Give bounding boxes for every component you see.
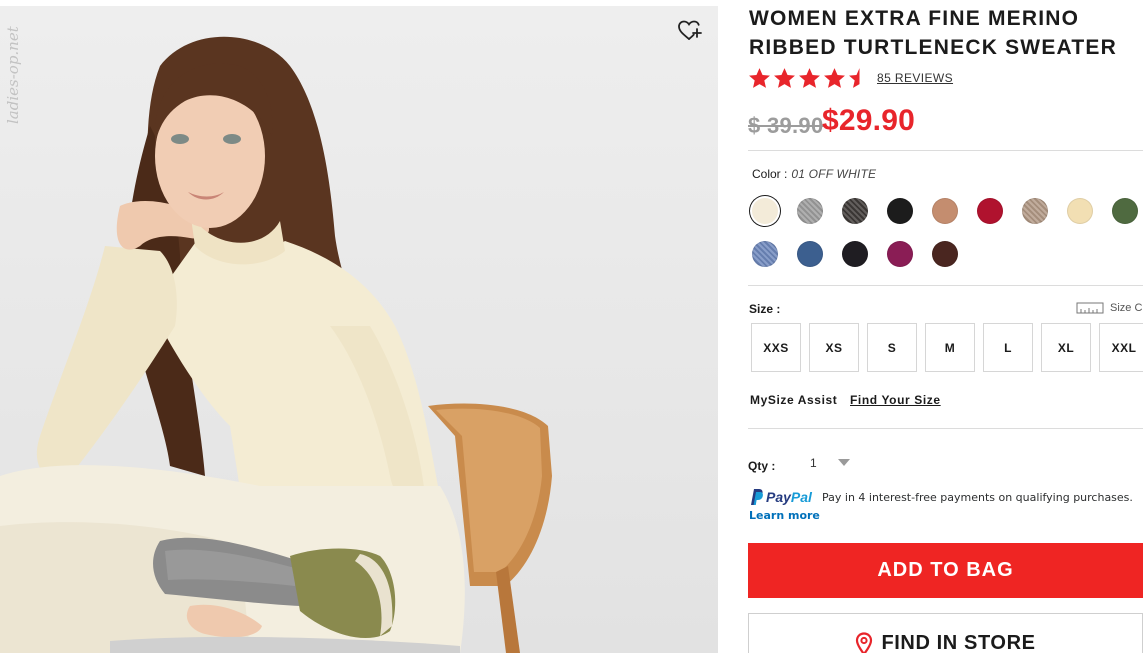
size-option-xxl[interactable]: XXL (1099, 323, 1143, 372)
size-option-xl[interactable]: XL (1041, 323, 1091, 372)
paypal-wordmark: PayPal (766, 489, 812, 505)
quantity-select[interactable]: 1 (804, 451, 854, 475)
divider (748, 428, 1143, 429)
color-swatch[interactable] (842, 198, 868, 224)
color-label: Color :01 OFF WHITE (752, 167, 876, 181)
color-swatch[interactable] (797, 198, 823, 224)
sale-price: $29.90 (822, 104, 915, 137)
color-swatch[interactable] (932, 241, 958, 267)
color-swatch[interactable] (932, 198, 958, 224)
color-swatch[interactable] (752, 241, 778, 267)
product-detail-panel: WOMEN EXTRA FINE MERINO RIBBED TURTLENEC… (748, 0, 1143, 653)
quantity-value: 1 (810, 456, 817, 470)
add-to-bag-button[interactable]: ADD TO BAG (748, 543, 1143, 598)
color-swatch[interactable] (977, 198, 1003, 224)
quantity-label: Qty : (748, 459, 776, 473)
color-swatch[interactable] (797, 241, 823, 267)
color-swatch[interactable] (1067, 198, 1093, 224)
size-option-l[interactable]: L (983, 323, 1033, 372)
divider (748, 285, 1143, 286)
paypal-p-icon (751, 489, 763, 505)
size-option-xxs[interactable]: XXS (751, 323, 801, 372)
color-swatch[interactable] (752, 198, 778, 224)
star-icon (799, 68, 820, 88)
color-swatch[interactable] (887, 198, 913, 224)
product-image: ladies-op.net (0, 6, 718, 653)
find-in-store-label: FIND IN STORE (881, 632, 1036, 653)
star-icon (749, 68, 770, 88)
find-in-store-button[interactable]: FIND IN STORE (748, 613, 1143, 653)
paypal-logo: PayPal (749, 488, 812, 506)
color-swatch[interactable] (887, 241, 913, 267)
size-option-xs[interactable]: XS (809, 323, 859, 372)
map-pin-icon (856, 632, 873, 653)
color-swatch[interactable] (1112, 198, 1138, 224)
original-price: $ 39.90 (748, 113, 824, 138)
size-option-m[interactable]: M (925, 323, 975, 372)
divider (748, 150, 1143, 151)
selected-color-value: 01 OFF WHITE (791, 167, 877, 181)
find-your-size-link[interactable]: Find Your Size (850, 393, 941, 407)
product-title: WOMEN EXTRA FINE MERINO RIBBED TURTLENEC… (749, 7, 1117, 59)
size-chart-link[interactable]: Size C (1076, 301, 1142, 315)
product-photo-illustration (0, 36, 552, 653)
rating-stars (748, 67, 871, 89)
star-icon (849, 68, 870, 88)
image-watermark: ladies-op.net (4, 26, 22, 124)
heart-plus-icon (678, 20, 702, 40)
size-label: Size : (749, 302, 781, 316)
star-icon (824, 68, 845, 88)
color-swatch[interactable] (842, 241, 868, 267)
star-icon (774, 68, 795, 88)
color-label-key: Color : (752, 167, 788, 181)
paypal-word-pay: Pay (766, 489, 791, 505)
wishlist-button[interactable] (678, 20, 706, 48)
ruler-icon (1076, 302, 1104, 314)
mysize-assist-label: MySize Assist (750, 393, 838, 407)
chevron-down-icon (838, 459, 850, 466)
paypal-learn-more-link[interactable]: Learn more (749, 509, 820, 522)
paypal-word-pal: Pal (790, 489, 812, 505)
size-chart-label: Size C (1110, 302, 1143, 314)
color-swatch[interactable] (1022, 198, 1048, 224)
size-option-s[interactable]: S (867, 323, 917, 372)
paypal-message: Pay in 4 interest-free payments on quali… (822, 491, 1133, 504)
reviews-link[interactable]: 85 REVIEWS (877, 71, 953, 85)
